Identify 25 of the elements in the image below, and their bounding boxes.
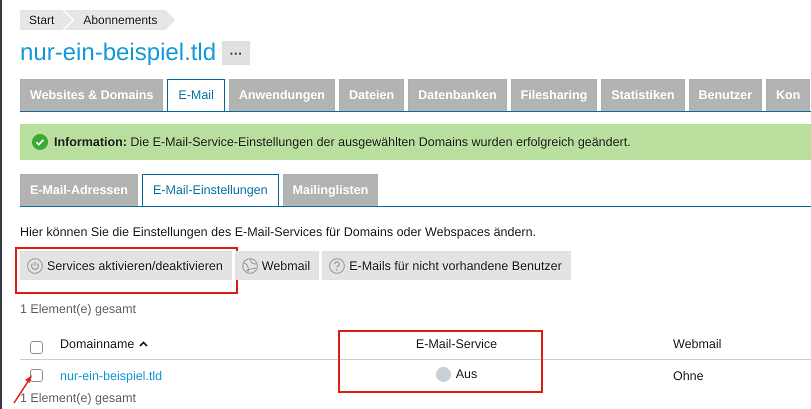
more-button[interactable]: ··· bbox=[222, 41, 250, 65]
item-count: 1 Element(e) gesamt bbox=[20, 302, 138, 316]
tab[interactable]: E-Mail bbox=[167, 79, 225, 111]
info-message: Information: Die E-Mail-Service-Einstellungen der ausgewählten Domains wurden erfolgreich geändert. bbox=[54, 135, 631, 149]
success-check-icon bbox=[32, 134, 48, 150]
breadcrumb-link[interactable]: Start bbox=[20, 10, 72, 30]
page-title: nur-ein-beispiel.tld bbox=[20, 39, 216, 67]
toolbar-button[interactable]: Webmail bbox=[234, 251, 320, 280]
column-header[interactable]: E-Mail-Service bbox=[416, 337, 498, 351]
select-all-checkbox[interactable] bbox=[30, 340, 43, 354]
breadcrumb-link[interactable]: Abonnements bbox=[64, 10, 176, 30]
column-header[interactable]: Domainname bbox=[60, 337, 148, 351]
toolbar-button[interactable]: Services aktivieren/deaktivieren bbox=[20, 251, 232, 280]
column-header[interactable]: Webmail bbox=[673, 337, 722, 351]
globe-icon bbox=[242, 258, 258, 274]
domain-link[interactable]: nur-ein-beispiel.tld bbox=[60, 368, 162, 382]
power-icon bbox=[27, 258, 43, 274]
tab[interactable]: E-Mail-Einstellungen bbox=[142, 174, 279, 206]
status-text: Aus bbox=[456, 367, 478, 381]
toolbar-button[interactable]: E-Mails für nicht vorhandene Benutzer bbox=[322, 251, 571, 280]
description-text: Hier können Sie die Einstellungen des E-Mail-Services für Domains oder Webspaces ändern. bbox=[20, 225, 538, 239]
table-cell: Ohne bbox=[673, 368, 704, 382]
help-icon bbox=[329, 258, 346, 274]
row-checkbox[interactable] bbox=[30, 369, 43, 382]
item-count: 1 Element(e) gesamt bbox=[20, 391, 138, 405]
